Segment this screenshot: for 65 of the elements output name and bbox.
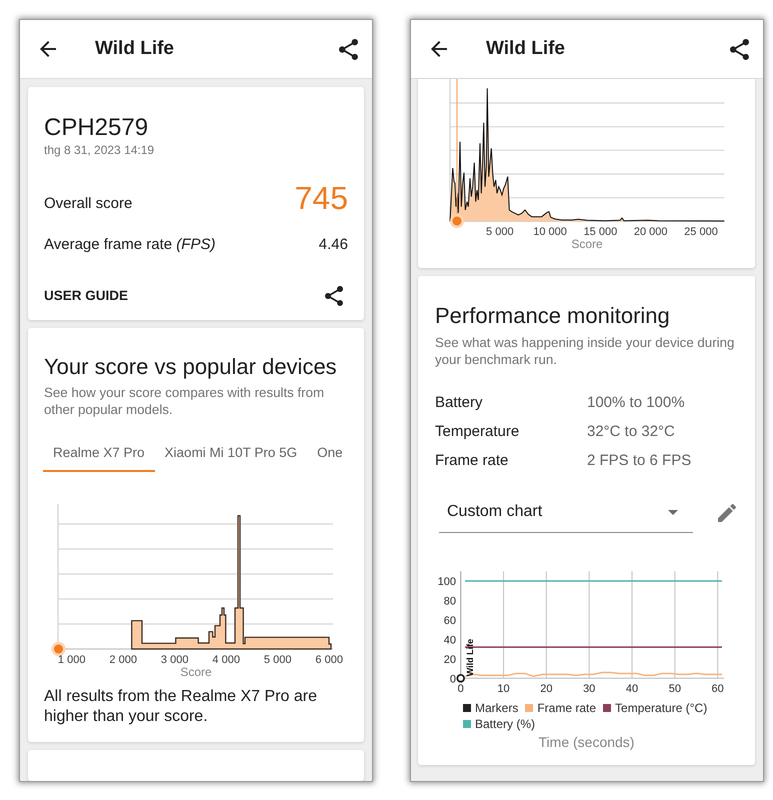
overall-score: 745	[294, 179, 348, 218]
axis-tick-label: 80	[444, 595, 456, 608]
device-name: CPH2579	[44, 113, 150, 142]
axis-tick-label: 0	[458, 683, 464, 695]
axis-title: Time (seconds)	[538, 733, 636, 751]
axis-tick-label: 20 000	[634, 226, 668, 238]
frame-rate-value: 4.46	[318, 235, 348, 255]
screen-title: Wild Life	[95, 37, 174, 61]
axis-tick-label: 25 000	[684, 226, 718, 238]
share-icon[interactable]	[730, 38, 749, 60]
comparison-caption: All results from the Realme X7 Pro are higher than your score.	[44, 687, 318, 727]
axis-tick-label: 40	[444, 634, 456, 646]
chart-select[interactable]: Custom chart	[439, 492, 693, 533]
axis-tick-label: 3 000	[160, 654, 188, 666]
axis-tick-label: 20	[540, 683, 552, 695]
share-icon[interactable]	[339, 38, 358, 60]
axis-tick-label: 30	[583, 683, 596, 695]
user-guide-link[interactable]: USER GUIDE	[44, 287, 128, 305]
back-icon[interactable]	[431, 41, 447, 57]
edit-icon[interactable]	[718, 504, 736, 522]
axis-tick-label: 60	[444, 614, 456, 627]
axis-tick-label: 40	[626, 683, 638, 695]
axis-tick-label: 100	[438, 576, 456, 588]
axis-tick-label: 10 000	[533, 226, 567, 238]
stat-label: Temperature	[435, 422, 520, 442]
axis-tick-label: 60	[712, 683, 724, 695]
axis-title: Score	[180, 665, 212, 679]
axis-tick-label: 15 000	[584, 226, 618, 238]
legend-label: Markers	[475, 700, 518, 716]
axis-tick-label: 5 000	[264, 654, 292, 666]
device-tab[interactable]: Xiaomi Mi 10T Pro 5G	[154, 443, 308, 472]
card-subtitle: See how your score compares with results from other popular models.	[44, 385, 326, 418]
legend-label: Battery (%)	[475, 716, 536, 732]
back-icon[interactable]	[40, 41, 56, 57]
result-date: thg 8 31, 2023 14:19	[44, 142, 156, 158]
legend-label: Frame rate	[537, 700, 596, 716]
axis-tick-label: 0	[450, 673, 456, 686]
axis-tick-label: 2 000	[109, 654, 137, 666]
card-title: Performance monitoring	[435, 302, 671, 329]
device-tab[interactable]: One	[307, 443, 347, 472]
legend-label: Temperature (°C)	[615, 700, 708, 716]
axis-tick-label: 1 000	[58, 654, 86, 666]
stat-label: Frame rate	[435, 451, 510, 471]
stat-label: Battery	[435, 393, 484, 413]
card-title: Your score vs popular devices	[44, 353, 338, 380]
axis-tick-label: 4 000	[212, 654, 240, 666]
score-label: Overall score	[44, 194, 132, 214]
axis-tick-label: 6 000	[315, 654, 343, 666]
stat-value: 32°C to 32°C	[587, 422, 675, 442]
axis-title: Score	[571, 237, 603, 251]
axis-tick-label: 50	[668, 683, 681, 695]
share-icon[interactable]	[325, 286, 343, 306]
caret-icon	[668, 510, 678, 514]
axis-tick-label: 10	[497, 683, 510, 695]
screen-title: Wild Life	[486, 37, 565, 61]
marker-label: Wild Life	[465, 638, 475, 676]
axis-tick-label: 20	[444, 654, 456, 666]
stat-value: 2 FPS to 6 FPS	[587, 451, 692, 471]
axis-tick-label: 5 000	[486, 226, 514, 238]
frame-rate-label: Average frame rate (FPS)	[44, 235, 216, 255]
stat-value: 100% to 100%	[587, 393, 685, 413]
score-dot-icon	[450, 214, 464, 228]
device-tab[interactable]: Realme X7 Pro	[43, 443, 155, 472]
score-dot-icon	[52, 642, 66, 656]
card-subtitle: See what was happening inside your device during your benchmark run.	[435, 335, 736, 368]
